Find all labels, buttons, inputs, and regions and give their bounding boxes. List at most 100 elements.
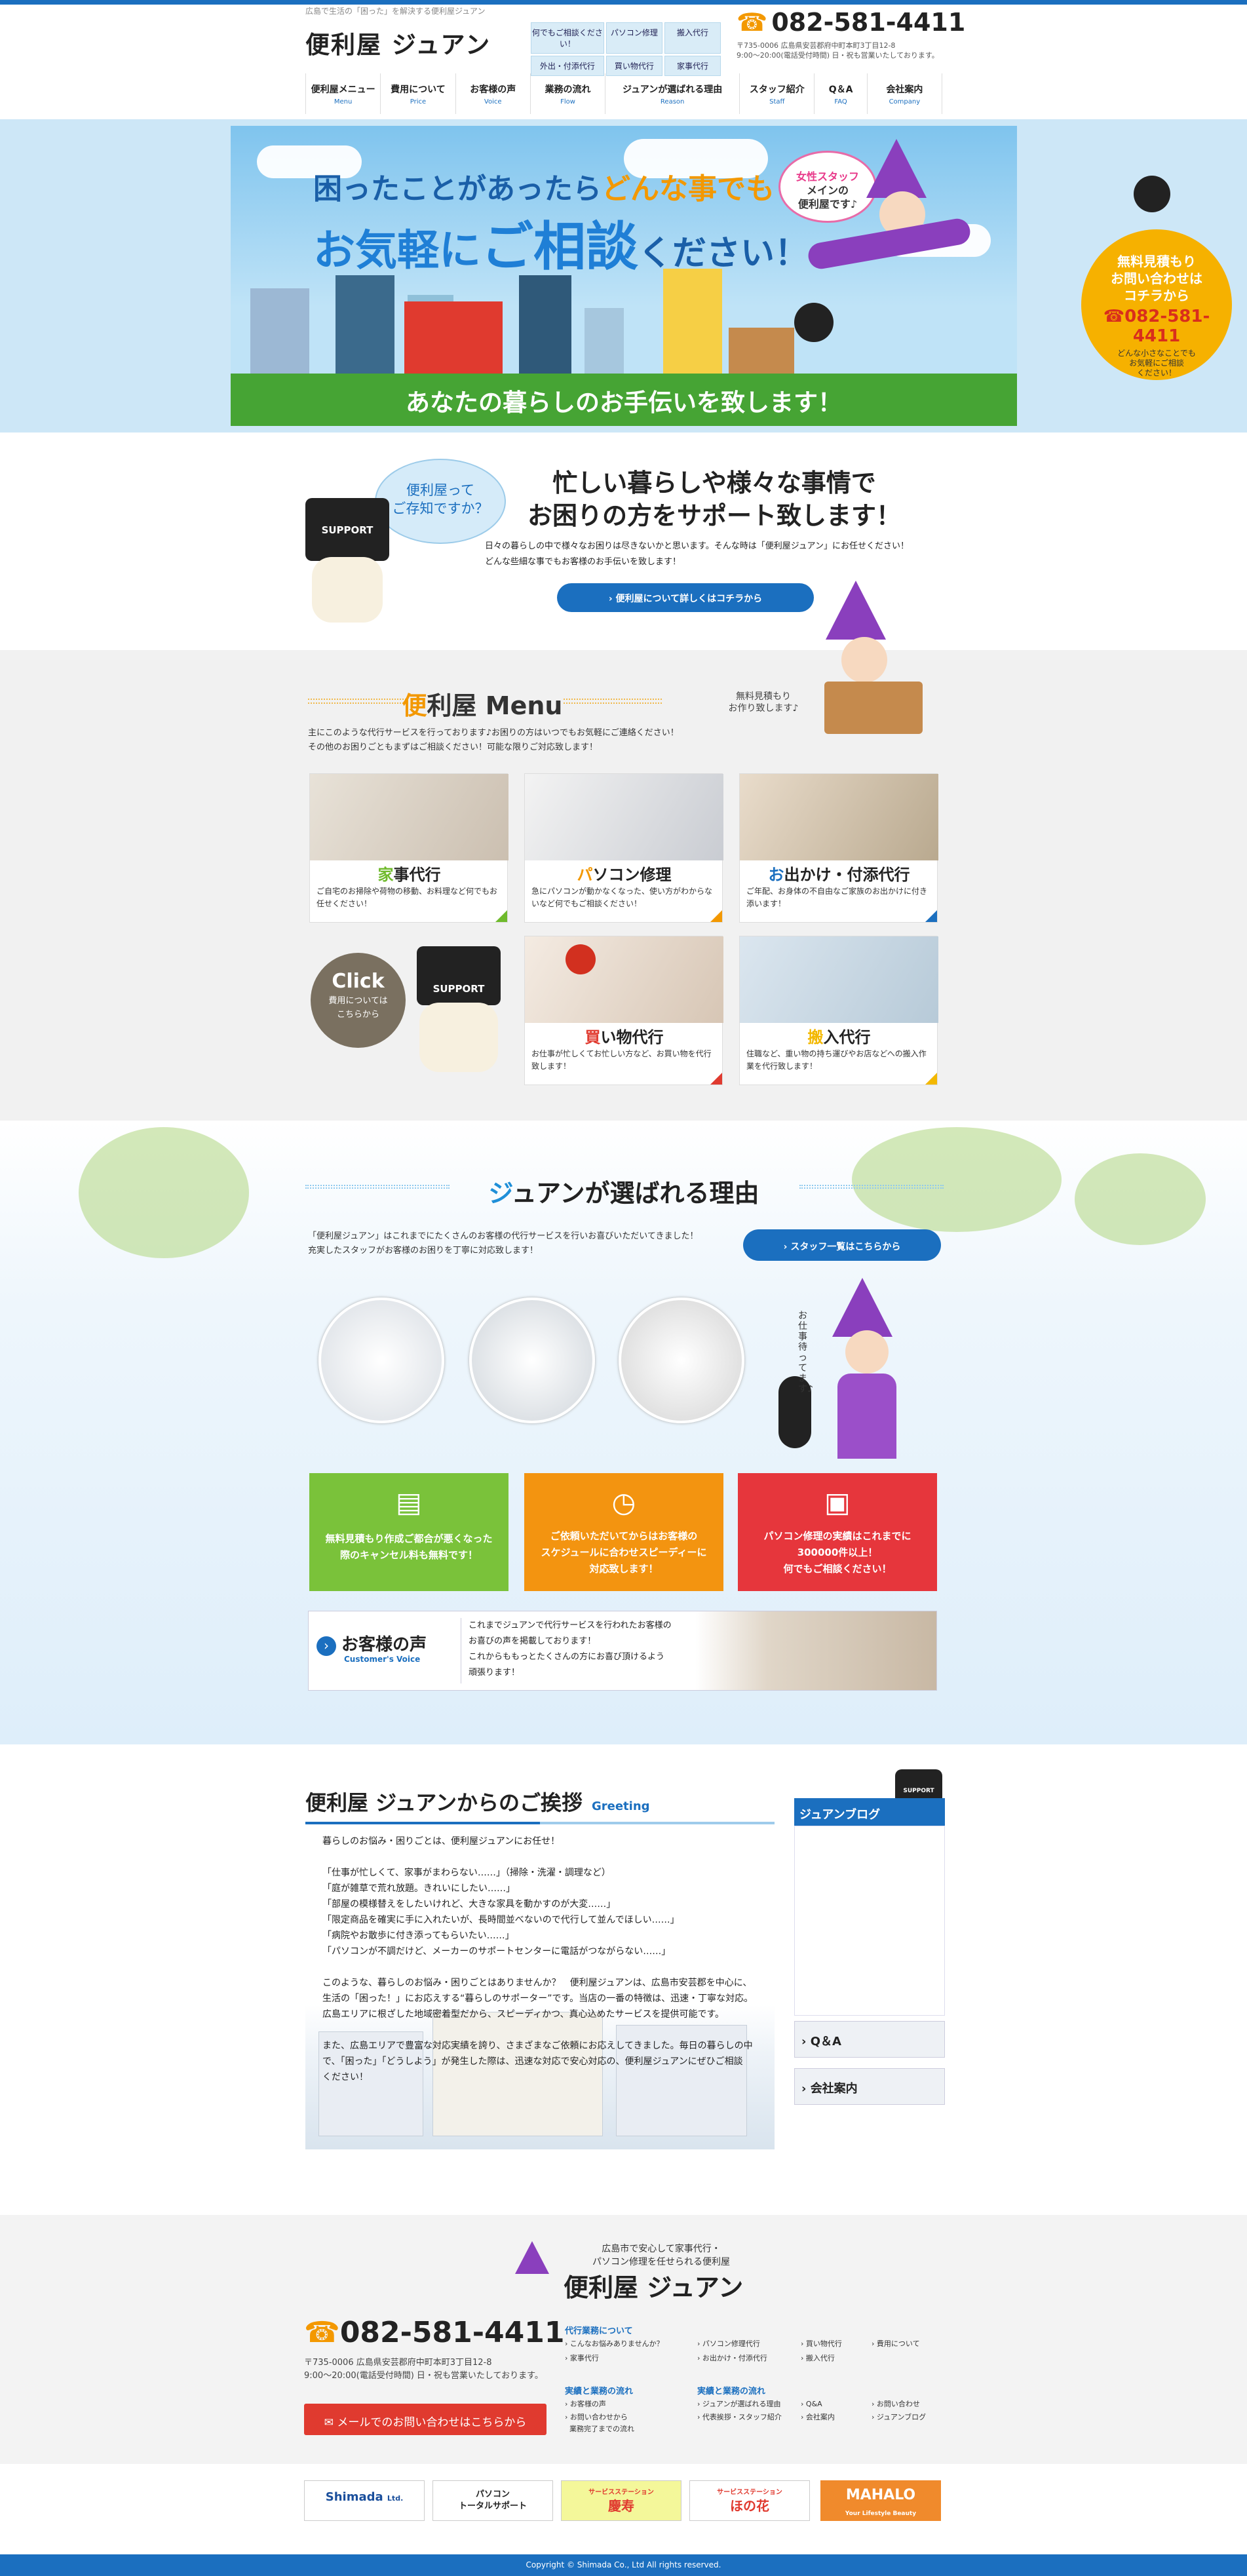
footer-link[interactable]: › 費用について (872, 2338, 920, 2350)
header-address: 〒735-0006 広島県安芸郡府中町本町3丁目12-8 9:00〜20:00(電… (737, 41, 953, 60)
corner-arrow-icon (925, 910, 937, 922)
service-card-shopping[interactable]: 買い物代行 お仕事が忙しくてお忙しい方など、お買い物を代行致します！ (524, 936, 723, 1085)
banner-pc-support[interactable]: パソコン トータルサポート (432, 2480, 553, 2521)
footer-link[interactable]: › 家事代行 (565, 2353, 599, 2364)
witch-character (826, 581, 886, 640)
banner-sub: 慶寿 (608, 2498, 634, 2514)
service-link-consult[interactable]: 何でもご相談ください！ (531, 22, 604, 54)
nav-item-flow[interactable]: 業務の流れ Flow (531, 73, 606, 114)
corner-arrow-icon (710, 910, 722, 922)
service-card-outing[interactable]: お出かけ・付添代行 ご年配、お身体の不自由なご家族のお出かけに付き添います！ (739, 773, 938, 923)
card-title-accent: お (768, 866, 784, 884)
footer-link[interactable]: › お問い合わせから 業務完了までの流れ (565, 2412, 634, 2435)
banner-keiju[interactable]: サービスステーション 慶寿 (561, 2480, 681, 2521)
footer-link[interactable]: › お出かけ・付添代行 (697, 2353, 767, 2364)
banner-shimada[interactable]: Shimada Ltd. (304, 2480, 425, 2521)
site-logo[interactable]: 便利屋 ジュアン (305, 25, 491, 60)
cat-icon (1134, 176, 1170, 212)
service-link-pc[interactable]: パソコン修理 (605, 22, 662, 54)
about-text: 日々の暮らしの中で様々なお困りは尽きないかと思います。そんな時は「便利屋ジュアン… (485, 539, 944, 570)
footer-link[interactable]: › ジュアンブログ (872, 2412, 926, 2423)
nav-sub-label: Voice (484, 98, 502, 106)
footer-link[interactable]: › こんなお悩みありませんか？ (565, 2338, 664, 2350)
footer-link-label: 業務完了までの流れ (569, 2425, 634, 2433)
sidebar-company-link[interactable]: › 会社案内 (794, 2068, 945, 2105)
footer-link[interactable]: › パソコン修理代行 (697, 2338, 760, 2350)
footer-link-label: 費用について (876, 2339, 920, 2348)
footer-link[interactable]: › お客様の声 (565, 2398, 606, 2410)
header-hours: 9:00〜20:00(電話受付時間) 日・祝も営業いたしております。 (737, 51, 939, 60)
footer-link[interactable]: › 買い物代行 (801, 2338, 842, 2350)
sidebar-qa-link[interactable]: › Q＆A (794, 2021, 945, 2058)
staff-list-button[interactable]: › スタッフ一覧はこちらから (743, 1229, 941, 1261)
header-phone[interactable]: ☎ 082-581-4411 (737, 8, 965, 37)
arrow-right-icon: › (317, 1636, 336, 1656)
footer-link[interactable]: › Q&A (801, 2398, 822, 2410)
sidebar-link-label: 会社案内 (810, 2082, 858, 2096)
about-title-line: 忙しい暮らしや様々な事情で (552, 469, 876, 497)
customer-voice-banner[interactable]: › お客様の声 Customer's Voice これまでジュアンで代行サービス… (308, 1611, 937, 1691)
menu-intro-line: 主にこのような代行サービスを行っております♪お困りの方はいつでもお気軽にご連絡く… (308, 728, 679, 738)
footer-phone[interactable]: ☎082-581-4411 (304, 2316, 565, 2349)
badge-phone: ☎082-581-4411 (1103, 307, 1210, 346)
card-title: 家事代行 (310, 860, 508, 885)
footer-logo[interactable]: 便利屋 ジュアン (564, 2267, 743, 2303)
corner-arrow-icon (495, 910, 507, 922)
banner-title: サービスステーション (717, 2489, 782, 2496)
service-card-housework[interactable]: 家事代行 ご自宅のお掃除や荷物の移動、お料理など何でもお任せください！ (309, 773, 508, 923)
footer-link-label: 搬入代行 (805, 2354, 835, 2362)
badge-subtext: どんな小さなことでも (1117, 349, 1196, 358)
writing-photo (318, 1298, 444, 1423)
about-more-button[interactable]: › 便利屋について詳しくはコチラから (557, 583, 814, 612)
banner-honoka[interactable]: サービスステーション ほの花 (689, 2480, 810, 2521)
about-text-line: どんな些細な事でもお客様のお手伝いを致します！ (485, 557, 681, 567)
nav-item-price[interactable]: 費用について Price (381, 73, 456, 114)
footer-phone-number: 082-581-4411 (339, 2316, 565, 2349)
card-title-accent: 買 (585, 1028, 601, 1047)
price-click-button[interactable]: Click 費用については こちらから (311, 953, 406, 1048)
service-card-pc[interactable]: パソコン修理 急にパソコンが動かなくなった、使い方がわからないなど何でもご相談く… (524, 773, 723, 923)
reason-box-text: 何でもご相談ください！ (783, 1563, 892, 1575)
mail-contact-button[interactable]: ✉ メールでのお問い合わせはこちらから (304, 2404, 547, 2435)
greeting-title-text: 便利屋 ジュアンからのご挨拶 (305, 1790, 583, 1815)
footer-link[interactable]: › 搬入代行 (801, 2353, 835, 2364)
service-card-carry[interactable]: 搬入代行 住職など、重い物の持ち運びやお店などへの搬入作業を代行致します！ (739, 936, 938, 1085)
banner-sub: Ltd. (387, 2494, 404, 2503)
robot-body (312, 557, 383, 623)
robot-label: SUPPORT (432, 983, 485, 995)
footer-link-label: 会社案内 (805, 2413, 835, 2421)
nav-item-menu[interactable]: 便利屋メニュー Menu (306, 73, 381, 114)
hero-text-accent: ご相談 (481, 216, 638, 277)
reason-text: 「便利屋ジュアン」はこれまでにたくさんのお客様の代行サービスを行いお喜びいただい… (308, 1229, 734, 1258)
banner-sub: Your Lifestyle Beauty (845, 2510, 917, 2517)
voice-subtitle: Customer's Voice (344, 1655, 421, 1664)
reason-box-text: 際のキャンセル料も無料です！ (339, 1549, 478, 1561)
reason-box-text: 対応致します！ (589, 1563, 659, 1575)
nav-item-voice[interactable]: お客様の声 Voice (456, 73, 531, 114)
nav-item-staff[interactable]: スタッフ紹介 Staff (740, 73, 815, 114)
footer-col-heading: 実績と業務の流れ (697, 2387, 766, 2396)
bubble-text: 便利屋って (406, 482, 474, 498)
contact-badge[interactable]: 無料見積もり お問い合わせは コチラから ☎082-581-4411 どんな小さ… (1081, 229, 1232, 380)
footer-link-label: 家事代行 (569, 2354, 599, 2362)
footer-link[interactable]: › 代表挨拶・スタッフ紹介 (697, 2412, 782, 2423)
nav-item-faq[interactable]: Q＆A FAQ (815, 73, 868, 114)
footer-link[interactable]: › ジュアンが選ばれる理由 (697, 2398, 780, 2410)
footer-link[interactable]: › 会社案内 (801, 2412, 835, 2423)
footer-link[interactable]: › お問い合わせ (872, 2398, 920, 2410)
greeting-line: 「病院やお散歩に付き添ってもらいたい……」 (322, 1931, 514, 1941)
phone-icon: ☎ (304, 2316, 340, 2349)
nav-sub-label: Price (410, 98, 427, 106)
banner-mahalo[interactable]: MAHALO Your Lifestyle Beauty (820, 2480, 941, 2521)
nav-label: お客様の声 (470, 85, 516, 95)
badge-text: コチラから (1124, 288, 1189, 303)
nav-item-company[interactable]: 会社案内 Company (868, 73, 943, 114)
bubble-text: ご存知ですか？ (392, 501, 489, 516)
blog-heading[interactable]: ジュアンブログ (794, 1798, 945, 1826)
card-title-accent: パ (577, 866, 593, 884)
reason-text-line: 充実したスタッフがお客様のお困りを丁寧に対応致します！ (308, 1246, 539, 1256)
nav-item-reason[interactable]: ジュアンが選ばれる理由 Reason (605, 73, 740, 114)
service-link-carry[interactable]: 搬入代行 (664, 22, 721, 54)
footer-link-label: お出かけ・付添代行 (702, 2354, 767, 2362)
